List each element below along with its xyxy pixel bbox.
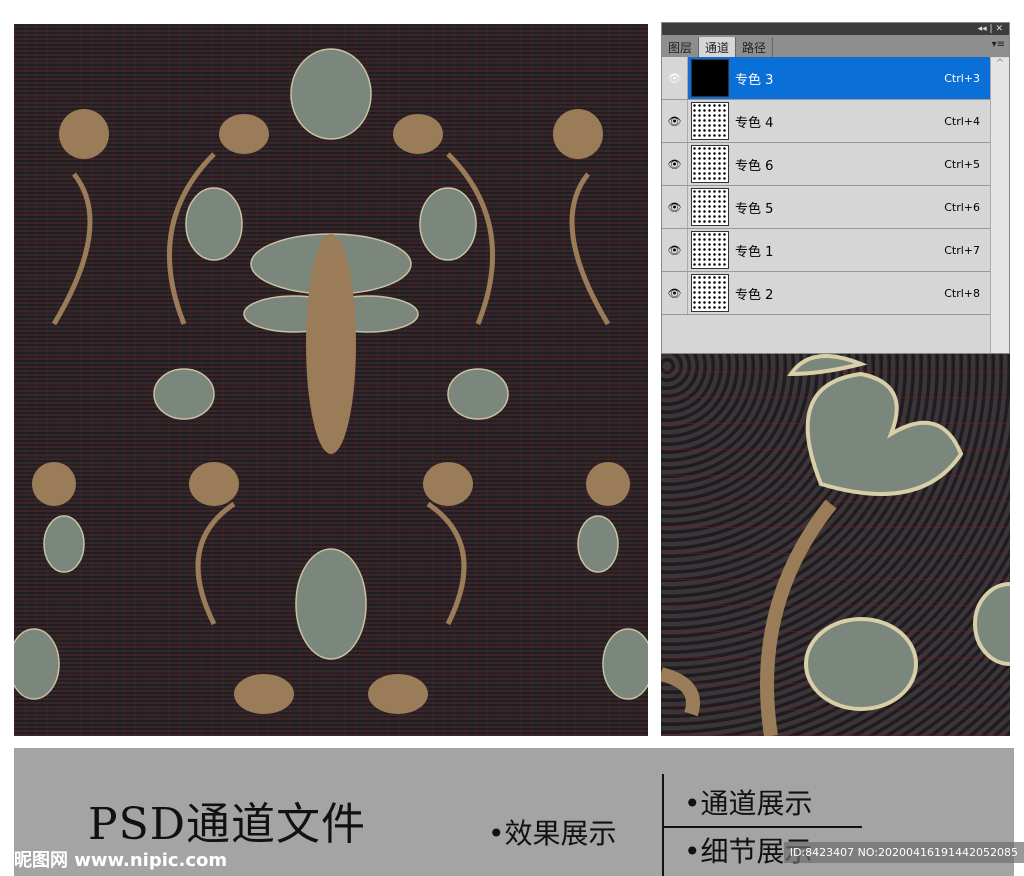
tab-paths[interactable]: 路径	[736, 37, 774, 57]
damask-pattern-preview	[14, 24, 648, 736]
damask-motifs	[14, 48, 648, 714]
channel-name: 专色 2	[735, 287, 774, 303]
panel-scrollbar[interactable]: ^	[990, 58, 1009, 353]
eye-icon[interactable]: 👁	[662, 143, 688, 185]
channel-shortcut: Ctrl+4	[944, 114, 980, 128]
channel-thumbnail	[691, 102, 729, 140]
detail-motifs	[661, 354, 1010, 736]
caption-title: PSD通道文件	[88, 799, 367, 850]
channels-panel: ◂◂ | ✕ 图层 通道 路径 ▾≡ 👁 专色 3 Ctrl+3 👁 专色 4 Ctrl…	[661, 22, 1010, 354]
eye-icon[interactable]: 👁	[662, 272, 688, 314]
channel-row[interactable]: 👁 专色 5 Ctrl+6	[662, 186, 990, 229]
eye-icon[interactable]: 👁	[662, 57, 688, 99]
channel-thumbnail	[691, 231, 729, 269]
channel-name: 专色 1	[735, 244, 774, 260]
channel-thumbnail	[691, 188, 729, 226]
divider-vertical	[662, 774, 664, 876]
channel-shortcut: Ctrl+6	[944, 200, 980, 214]
image-id-tag: ID:8423407 NO:20200416191442052085	[783, 842, 1024, 863]
channel-list: 👁 专色 3 Ctrl+3 👁 专色 4 Ctrl+4 👁 专色 6 Ctrl+5 👁 专色 …	[662, 57, 1009, 315]
eye-icon[interactable]: 👁	[662, 229, 688, 271]
divider-horizontal	[662, 826, 862, 828]
watermark-logo: 昵图网 www.nipic.com	[14, 850, 228, 871]
channel-shortcut: Ctrl+7	[944, 243, 980, 257]
caption-channels: •通道展示	[684, 787, 813, 820]
eye-icon[interactable]: 👁	[662, 186, 688, 228]
channel-row[interactable]: 👁 专色 1 Ctrl+7	[662, 229, 990, 272]
channel-row[interactable]: 👁 专色 3 Ctrl+3	[662, 57, 990, 100]
channel-name: 专色 5	[735, 201, 774, 217]
channel-thumbnail	[691, 145, 729, 183]
channel-row[interactable]: 👁 专色 2 Ctrl+8	[662, 272, 990, 315]
tab-channels[interactable]: 通道	[699, 37, 737, 57]
panel-titlebar[interactable]: ◂◂ | ✕	[662, 23, 1009, 35]
eye-icon[interactable]: 👁	[662, 100, 688, 142]
channel-shortcut: Ctrl+8	[944, 286, 980, 300]
detail-preview	[661, 354, 1010, 736]
panel-tabs: 图层 通道 路径 ▾≡	[662, 35, 1009, 57]
channel-name: 专色 3	[735, 72, 774, 88]
channel-shortcut: Ctrl+5	[944, 157, 980, 171]
caption-effect: •效果展示	[488, 817, 617, 850]
channel-thumbnail	[691, 274, 729, 312]
tab-layers[interactable]: 图层	[662, 37, 700, 57]
channel-name: 专色 6	[735, 158, 774, 174]
channel-thumbnail	[691, 59, 729, 97]
caption-band: PSD通道文件 •效果展示 •通道展示 •细节展示 昵图网 www.nipic.…	[14, 748, 1024, 876]
channel-row[interactable]: 👁 专色 4 Ctrl+4	[662, 100, 990, 143]
channel-shortcut: Ctrl+3	[944, 71, 980, 85]
panel-menu-icon[interactable]: ▾≡	[992, 39, 1005, 50]
channel-row[interactable]: 👁 专色 6 Ctrl+5	[662, 143, 990, 186]
channel-name: 专色 4	[735, 115, 774, 131]
